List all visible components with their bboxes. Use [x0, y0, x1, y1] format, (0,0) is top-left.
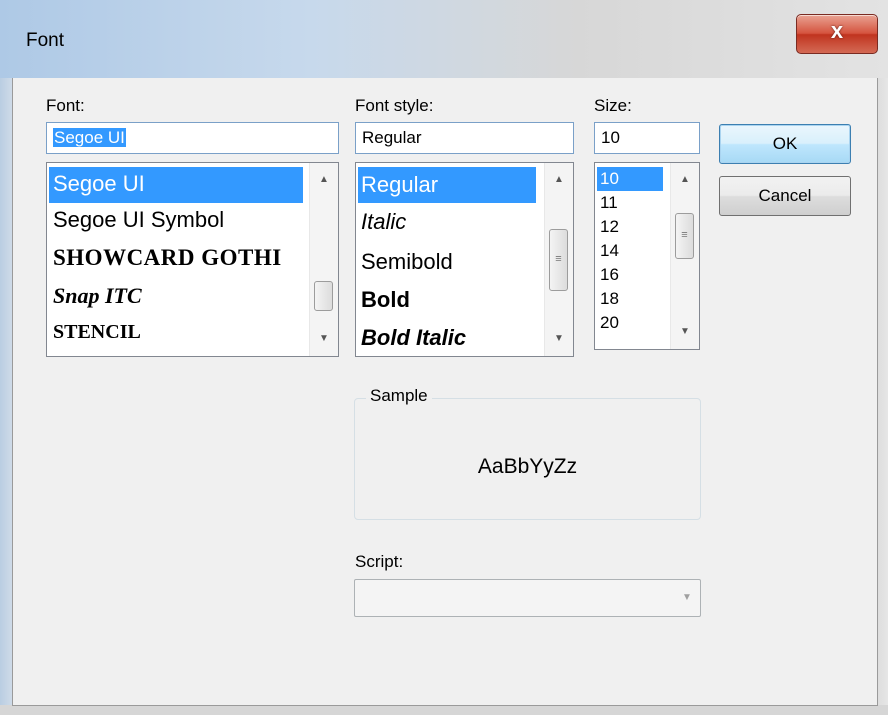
font-list-item-stencil[interactable]: STENCIL	[49, 321, 141, 344]
title-bar[interactable]: Font x	[0, 0, 888, 78]
scroll-down-arrow-icon[interactable]: ▼	[310, 328, 338, 350]
style-list-item-regular[interactable]: Regular	[358, 167, 536, 203]
grip-icon: ≡	[555, 253, 562, 265]
style-list-item-italic[interactable]: Italic	[358, 209, 406, 235]
style-list-item-semibold[interactable]: Semibold	[358, 249, 453, 275]
scroll-down-arrow-icon[interactable]: ▼	[545, 328, 573, 350]
font-list-item-segoe-ui[interactable]: Segoe UI	[49, 167, 303, 203]
sample-preview-text: AaBbYyZz	[477, 455, 578, 478]
size-label: Size:	[594, 96, 632, 115]
chevron-down-icon[interactable]: ▼	[674, 580, 700, 616]
scrollbar-thumb[interactable]	[314, 281, 333, 311]
font-dialog: Font x Font: Segoe UI Segoe UI Segoe UI …	[0, 0, 888, 715]
script-dropdown[interactable]: ▼	[354, 579, 701, 617]
size-list-item-12[interactable]: 12	[597, 217, 619, 237]
font-name-value: Segoe UI	[53, 128, 126, 147]
size-value: 10	[601, 128, 620, 147]
font-style-label: Font style:	[355, 96, 434, 115]
font-list-scrollbar[interactable]: ▲ ▼	[309, 163, 338, 356]
size-list-scrollbar[interactable]: ▲ ≡ ▼	[670, 163, 699, 349]
size-list[interactable]: 10 11 12 14 16 18 20 ▲ ≡ ▼	[594, 162, 700, 350]
font-list-item-segoe-ui-symbol[interactable]: Segoe UI Symbol	[49, 207, 224, 233]
size-list-item-10[interactable]: 10	[597, 167, 663, 191]
sample-label: Sample	[366, 386, 432, 406]
size-list-item-14[interactable]: 14	[597, 241, 619, 261]
style-list-scrollbar[interactable]: ▲ ≡ ▼	[544, 163, 573, 356]
ok-button[interactable]: OK	[719, 124, 851, 164]
cancel-button[interactable]: Cancel	[719, 176, 851, 216]
font-style-list[interactable]: Regular Italic Semibold Bold Bold Italic…	[355, 162, 574, 357]
window-frame-bottom	[0, 705, 888, 715]
font-list-item-snap-itc[interactable]: Snap ITC	[49, 283, 142, 309]
close-icon: x	[830, 18, 844, 43]
window-frame-left	[0, 78, 12, 715]
scroll-up-arrow-icon[interactable]: ▲	[545, 169, 573, 191]
size-input[interactable]: 10	[594, 122, 700, 154]
scroll-up-arrow-icon[interactable]: ▲	[671, 169, 699, 191]
window-title: Font	[26, 30, 65, 51]
scrollbar-thumb[interactable]: ≡	[675, 213, 694, 259]
font-name-input[interactable]: Segoe UI	[46, 122, 339, 154]
size-list-item-16[interactable]: 16	[597, 265, 619, 285]
font-label: Font:	[46, 96, 85, 115]
font-style-value: Regular	[362, 128, 422, 147]
font-style-input[interactable]: Regular	[355, 122, 574, 154]
grip-icon: ≡	[681, 229, 688, 241]
scroll-down-arrow-icon[interactable]: ▼	[671, 321, 699, 343]
size-list-item-18[interactable]: 18	[597, 289, 619, 309]
size-list-item-20[interactable]: 20	[597, 313, 619, 333]
close-button[interactable]: x	[796, 14, 878, 54]
scrollbar-thumb[interactable]: ≡	[549, 229, 568, 291]
style-list-item-bold-italic[interactable]: Bold Italic	[358, 325, 466, 351]
size-list-item-11[interactable]: 11	[597, 193, 618, 213]
style-list-item-bold[interactable]: Bold	[358, 287, 410, 313]
font-list-item-showcard-gothic[interactable]: SHOWCARD GOTHI	[49, 245, 282, 271]
script-label: Script:	[355, 552, 404, 571]
scroll-up-arrow-icon[interactable]: ▲	[310, 169, 338, 191]
font-list[interactable]: Segoe UI Segoe UI Symbol SHOWCARD GOTHI …	[46, 162, 339, 357]
